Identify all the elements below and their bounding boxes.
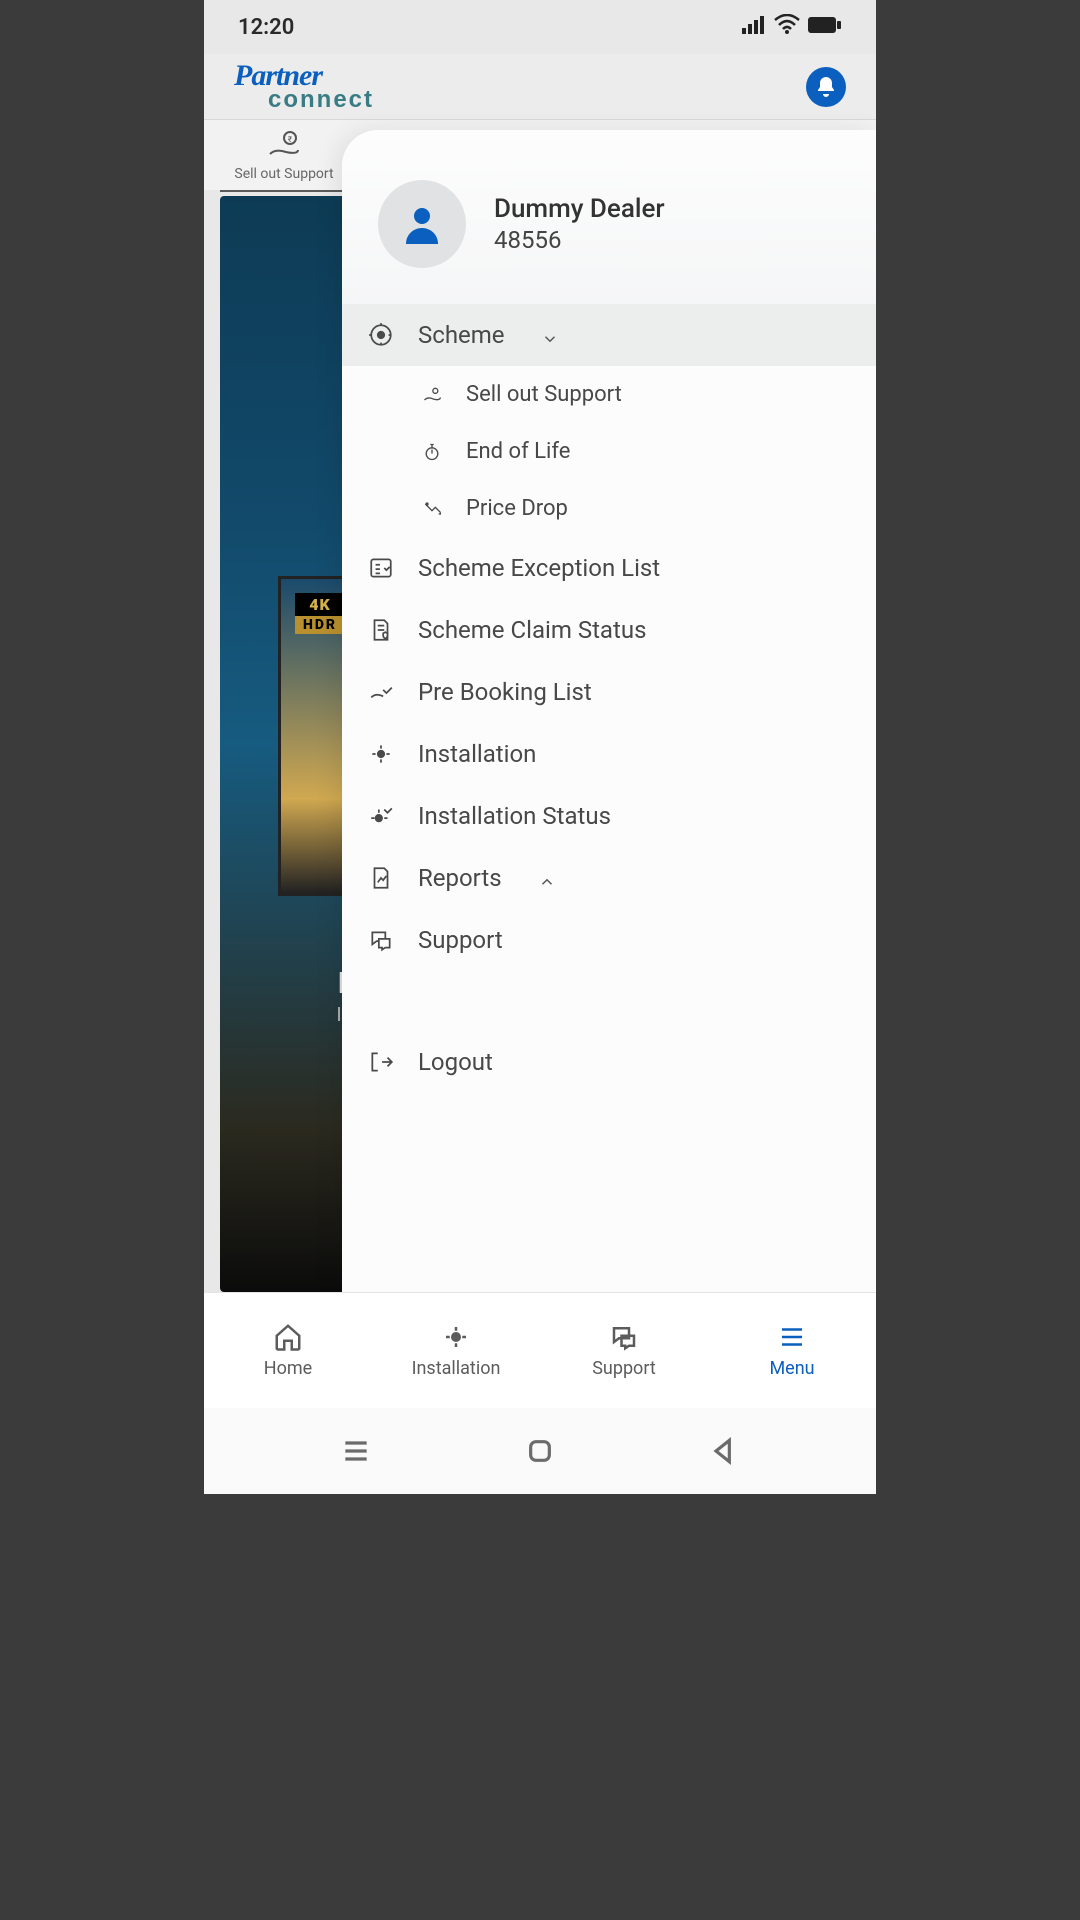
menu-reports[interactable]: Reports bbox=[342, 847, 876, 909]
menu-label: Scheme bbox=[418, 321, 505, 349]
submenu-price-drop[interactable]: Price Drop bbox=[342, 480, 876, 537]
signal-icon bbox=[742, 15, 766, 40]
tab-sell-out-support[interactable]: ₹ Sell out Support bbox=[204, 128, 364, 182]
stopwatch-icon bbox=[420, 440, 444, 464]
notifications-button[interactable] bbox=[806, 67, 846, 107]
menu-label: Installation bbox=[418, 740, 536, 768]
app-header: Partner connect bbox=[204, 54, 876, 120]
menu-label: Installation Status bbox=[418, 802, 611, 830]
menu-label: Scheme Claim Status bbox=[418, 616, 646, 644]
menu-drawer: Dummy Dealer 48556 Scheme Sell out Suppo… bbox=[342, 130, 876, 1292]
tab-label: Sell out Support bbox=[204, 166, 364, 182]
badge-hdr: HDR bbox=[295, 616, 345, 634]
submenu-label: Sell out Support bbox=[466, 382, 622, 407]
menu-label: Logout bbox=[418, 1048, 493, 1076]
chat-icon bbox=[366, 925, 396, 955]
badge-4k-hdr: 4K HDR bbox=[295, 593, 345, 634]
chevron-down-icon bbox=[541, 326, 559, 344]
profile-section[interactable]: Dummy Dealer 48556 bbox=[342, 130, 876, 304]
recents-button[interactable] bbox=[340, 1435, 372, 1467]
submenu-label: Price Drop bbox=[466, 496, 568, 521]
price-drop-icon bbox=[420, 497, 444, 521]
menu-label: Support bbox=[418, 926, 503, 954]
menu-scheme-exception[interactable]: Scheme Exception List bbox=[342, 537, 876, 599]
document-shield-icon bbox=[366, 615, 396, 645]
menu-scheme-claim-status[interactable]: Scheme Claim Status bbox=[342, 599, 876, 661]
status-time: 12:20 bbox=[238, 15, 294, 40]
brand-line1: Partner bbox=[234, 62, 374, 89]
menu-installation[interactable]: Installation bbox=[342, 723, 876, 785]
nav-label: Installation bbox=[412, 1358, 501, 1379]
menu-label: Scheme Exception List bbox=[418, 554, 660, 582]
chat-icon bbox=[609, 1322, 639, 1352]
system-nav-bar bbox=[204, 1408, 876, 1494]
hand-coin-icon: ₹ bbox=[266, 128, 302, 164]
hand-coin-icon bbox=[420, 383, 444, 407]
menu-label: Reports bbox=[418, 864, 502, 892]
avatar bbox=[378, 180, 466, 268]
report-icon bbox=[366, 863, 396, 893]
nav-menu[interactable]: Menu bbox=[708, 1293, 876, 1408]
installation-check-icon bbox=[366, 801, 396, 831]
svg-text:₹: ₹ bbox=[288, 135, 292, 144]
menu-installation-status[interactable]: Installation Status bbox=[342, 785, 876, 847]
chevron-up-icon bbox=[538, 869, 556, 887]
status-bar: 12:20 bbox=[204, 0, 876, 54]
menu-label: Pre Booking List bbox=[418, 678, 592, 706]
home-icon bbox=[273, 1322, 303, 1352]
tab-underline bbox=[220, 190, 350, 192]
hand-check-icon bbox=[366, 677, 396, 707]
home-button[interactable] bbox=[524, 1435, 556, 1467]
list-check-icon bbox=[366, 553, 396, 583]
nav-installation[interactable]: Installation bbox=[372, 1293, 540, 1408]
installation-icon bbox=[366, 739, 396, 769]
logout-icon bbox=[366, 1047, 396, 1077]
wifi-icon bbox=[774, 14, 800, 40]
bell-icon bbox=[814, 75, 838, 99]
back-button[interactable] bbox=[708, 1435, 740, 1467]
nav-label: Support bbox=[592, 1358, 656, 1379]
menu-list: Scheme Sell out Support End of Life bbox=[342, 304, 876, 1292]
submenu-end-of-life[interactable]: End of Life bbox=[342, 423, 876, 480]
nav-label: Menu bbox=[769, 1358, 814, 1379]
menu-scheme[interactable]: Scheme bbox=[342, 304, 876, 366]
bottom-nav: Home Installation Support Menu bbox=[204, 1292, 876, 1408]
brand-line2: connect bbox=[268, 89, 374, 111]
menu-support[interactable]: Support bbox=[342, 909, 876, 971]
profile-id: 48556 bbox=[494, 226, 665, 254]
nav-label: Home bbox=[264, 1358, 312, 1379]
nav-home[interactable]: Home bbox=[204, 1293, 372, 1408]
status-indicators bbox=[742, 14, 842, 40]
battery-icon bbox=[808, 15, 842, 40]
submenu-label: End of Life bbox=[466, 439, 570, 464]
menu-logout[interactable]: Logout bbox=[342, 1031, 876, 1093]
submenu-sell-out-support[interactable]: Sell out Support bbox=[342, 366, 876, 423]
nav-support[interactable]: Support bbox=[540, 1293, 708, 1408]
target-icon bbox=[366, 320, 396, 350]
menu-icon bbox=[777, 1322, 807, 1352]
profile-name: Dummy Dealer bbox=[494, 194, 665, 224]
menu-pre-booking[interactable]: Pre Booking List bbox=[342, 661, 876, 723]
user-icon bbox=[398, 200, 446, 248]
device-frame: 12:20 Partner connect ₹ Sell bbox=[204, 0, 876, 1494]
brand-logo: Partner connect bbox=[234, 62, 374, 111]
installation-icon bbox=[441, 1322, 471, 1352]
badge-4k: 4K bbox=[295, 593, 345, 616]
